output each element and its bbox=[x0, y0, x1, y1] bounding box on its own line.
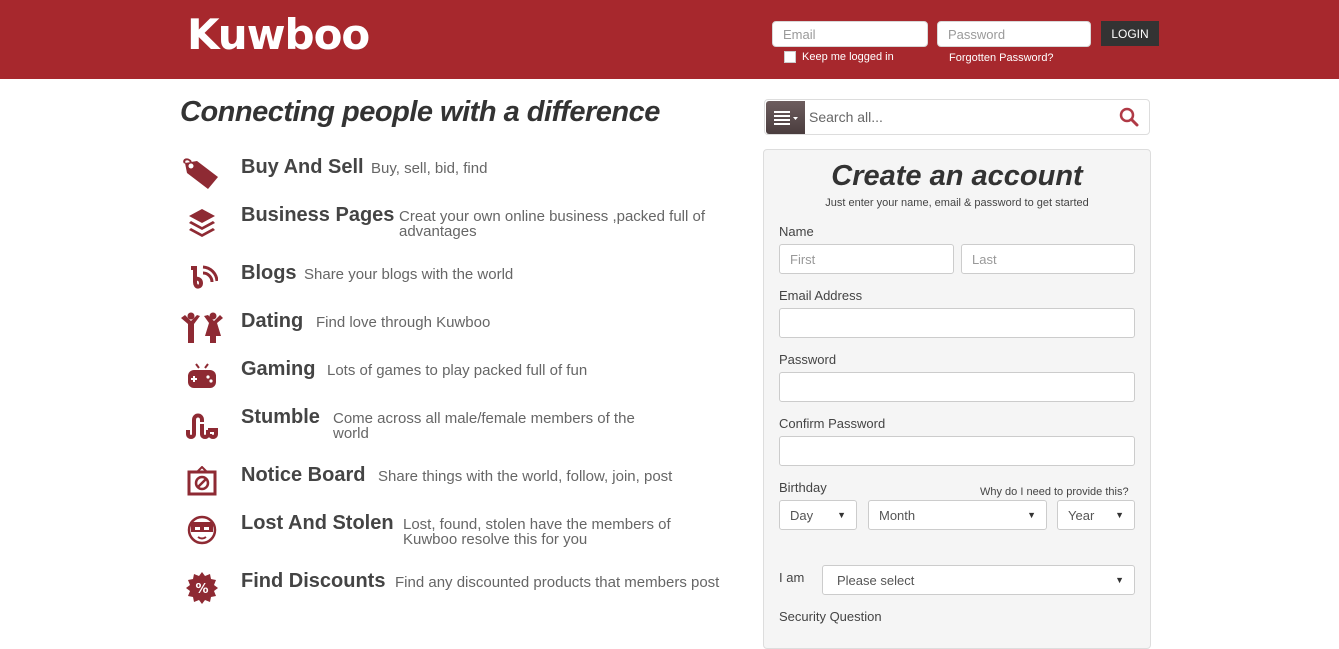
feature-title: Dating bbox=[241, 310, 304, 332]
password-label: Password bbox=[779, 352, 837, 367]
feature-title: Notice Board bbox=[241, 464, 366, 486]
search-menu-button[interactable] bbox=[766, 101, 805, 134]
notice-board-icon bbox=[180, 464, 224, 500]
password-field[interactable] bbox=[779, 372, 1135, 402]
feature-description: Creat your own online business ,packed f… bbox=[399, 208, 706, 240]
chevron-down-icon: ▼ bbox=[837, 510, 846, 520]
confirm-password-field[interactable] bbox=[779, 436, 1135, 466]
day-value: Day bbox=[790, 507, 814, 523]
search-input[interactable] bbox=[809, 107, 1109, 127]
email-field[interactable] bbox=[779, 308, 1135, 338]
birthday-year-select[interactable]: Year ▼ bbox=[1057, 500, 1135, 530]
feature-description: Buy, sell, bid, find bbox=[371, 160, 488, 177]
keep-logged-in-label: Keep me logged in bbox=[802, 51, 894, 63]
forgotten-password-link[interactable]: Forgotten Password? bbox=[949, 52, 1054, 64]
month-value: Month bbox=[879, 507, 916, 523]
feature-description: Lost, found, stolen have the members of … bbox=[403, 516, 671, 548]
keep-logged-in-checkbox[interactable] bbox=[784, 51, 796, 63]
tag-icon bbox=[180, 156, 224, 192]
couple-icon bbox=[180, 310, 224, 346]
birthday-month-select[interactable]: Month ▼ bbox=[868, 500, 1047, 530]
feature-description: Share things with the world, follow, joi… bbox=[378, 468, 673, 485]
year-value: Year bbox=[1068, 507, 1095, 523]
create-account-title: Create an account bbox=[831, 160, 1083, 192]
login-button[interactable]: LOGIN bbox=[1101, 21, 1159, 46]
blog-icon bbox=[180, 262, 224, 298]
feature-title: Blogs bbox=[241, 262, 297, 284]
feature-description: Find any discounted products that member… bbox=[395, 574, 720, 591]
feature-title: Buy And Sell bbox=[241, 156, 364, 178]
feature-title: Lost And Stolen bbox=[241, 512, 394, 534]
first-name-field[interactable] bbox=[779, 244, 954, 274]
keep-logged-in[interactable]: Keep me logged in bbox=[784, 51, 894, 63]
chevron-down-icon: ▼ bbox=[1115, 575, 1124, 585]
create-account-subtitle: Just enter your name, email & password t… bbox=[825, 197, 1089, 209]
login-password-input[interactable] bbox=[937, 21, 1091, 47]
feature-title: Find Discounts bbox=[241, 570, 386, 592]
birthday-label: Birthday bbox=[779, 480, 827, 495]
feature-description: Come across all male/female members of t… bbox=[333, 410, 635, 442]
feature-title: Stumble bbox=[241, 406, 320, 428]
confirm-password-label: Confirm Password bbox=[779, 416, 886, 431]
name-label: Name bbox=[779, 224, 814, 239]
gender-value: Please select bbox=[837, 572, 915, 588]
layers-icon bbox=[180, 204, 224, 240]
svg-text:%: % bbox=[195, 582, 208, 597]
security-question-label: Security Question bbox=[779, 609, 882, 624]
gender-select[interactable]: Please select ▼ bbox=[822, 565, 1135, 595]
feature-description: Share your blogs with the world bbox=[304, 266, 514, 283]
kuwboo-logo[interactable]: Kuwboo bbox=[187, 10, 370, 59]
email-label: Email Address bbox=[779, 288, 863, 303]
last-name-field[interactable] bbox=[961, 244, 1135, 274]
feature-title: Business Pages bbox=[241, 204, 395, 226]
login-email-input[interactable] bbox=[772, 21, 928, 47]
discount-icon: % bbox=[180, 570, 224, 606]
why-provide-link[interactable]: Why do I need to provide this? bbox=[980, 486, 1129, 498]
top-header: Kuwboo LOGIN Keep me logged in Forgotten… bbox=[0, 0, 1339, 79]
birthday-day-select[interactable]: Day ▼ bbox=[779, 500, 857, 530]
gender-label: I am bbox=[779, 570, 805, 585]
gamepad-icon bbox=[180, 358, 224, 394]
search-icon[interactable] bbox=[1119, 107, 1139, 132]
feature-title: Gaming bbox=[241, 358, 316, 380]
menu-icon bbox=[773, 110, 798, 125]
thief-icon bbox=[180, 512, 224, 548]
page-tagline: Connecting people with a difference bbox=[180, 96, 660, 128]
chevron-down-icon: ▼ bbox=[1027, 510, 1036, 520]
stumbleupon-icon bbox=[180, 406, 224, 442]
feature-description: Find love through Kuwboo bbox=[316, 314, 491, 331]
search-bar bbox=[764, 99, 1150, 135]
feature-description: Lots of games to play packed full of fun bbox=[327, 362, 588, 379]
chevron-down-icon: ▼ bbox=[1115, 510, 1124, 520]
